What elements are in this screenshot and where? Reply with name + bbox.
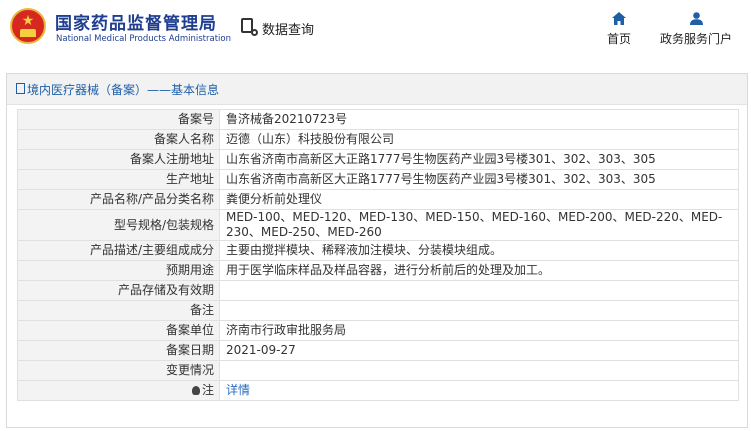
field-label: 备案日期 (17, 340, 220, 361)
table-row: 产品名称/产品分类名称 粪便分析前处理仪 (17, 189, 739, 210)
field-value: 用于医学临床样品及样品容器，进行分析前后的处理及加工。 (219, 260, 739, 281)
table-row: 生产地址 山东省济南市高新区大正路1777号生物医药产业园3号楼301、302、… (17, 169, 739, 190)
field-label: 产品存储及有效期 (17, 280, 220, 301)
national-emblem-icon: ★ (10, 8, 46, 44)
field-value: 迈德（山东）科技股份有限公司 (219, 129, 739, 150)
field-label: 备案人注册地址 (17, 149, 220, 170)
field-value: 主要由搅拌模块、稀释液加注模块、分装模块组成。 (219, 240, 739, 261)
table-row: 产品描述/主要组成成分 主要由搅拌模块、稀释液加注模块、分装模块组成。 (17, 240, 739, 261)
panel-header: 境内医疗器械（备案）——基本信息 (7, 74, 747, 105)
field-label: 变更情况 (17, 360, 220, 381)
field-label: 预期用途 (17, 260, 220, 281)
field-label: 型号规格/包装规格 (17, 209, 220, 241)
field-value: 鲁济械备20210723号 (219, 109, 739, 130)
field-label: 产品描述/主要组成成分 (17, 240, 220, 261)
user-icon (689, 12, 703, 25)
site-header: ★ 国家药品监督管理局 National Medical Products Ad… (0, 0, 751, 62)
field-value (219, 300, 739, 321)
data-query-label[interactable]: 数据查询 (262, 19, 314, 38)
field-label: 备案单位 (17, 320, 220, 341)
field-value (219, 360, 739, 381)
info-table: 备案号 鲁济械备20210723号 备案人名称 迈德（山东）科技股份有限公司 备… (17, 109, 739, 401)
nav-government-services-label: 政务服务门户 (659, 32, 732, 46)
table-row: 备案人名称 迈德（山东）科技股份有限公司 (17, 129, 739, 150)
table-row: 型号规格/包装规格 MED-100、MED-120、MED-130、MED-15… (17, 209, 739, 241)
nav-home-label: 首页 (606, 32, 631, 46)
field-value: 详情 (219, 380, 739, 401)
field-value: 济南市行政审批服务局 (219, 320, 739, 341)
table-row: 备案人注册地址 山东省济南市高新区大正路1777号生物医药产业园3号楼301、3… (17, 149, 739, 170)
table-row: 预期用途 用于医学临床样品及样品容器，进行分析前后的处理及加工。 (17, 260, 739, 281)
field-value: 山东省济南市高新区大正路1777号生物医药产业园3号楼301、302、303、3… (219, 169, 739, 190)
field-value: 2021-09-27 (219, 340, 739, 361)
table-row: 备案日期 2021-09-27 (17, 340, 739, 361)
lightbulb-icon (191, 386, 200, 395)
field-value (219, 280, 739, 301)
document-icon (16, 83, 25, 94)
nav-government-services[interactable]: 政务服务门户 (655, 12, 737, 47)
field-label: 产品名称/产品分类名称 (17, 189, 220, 210)
basic-info-panel: 境内医疗器械（备案）——基本信息 备案号 鲁济械备20210723号 备案人名称… (6, 73, 748, 428)
field-label: 备案人名称 (17, 129, 220, 150)
table-row: 备注 (17, 300, 739, 321)
panel-title: 境内医疗器械（备案）——基本信息 (27, 83, 220, 97)
site-logo-title[interactable]: 国家药品监督管理局 (55, 9, 217, 34)
field-label: 备注 (17, 300, 220, 321)
home-icon (612, 12, 626, 25)
field-value: MED-100、MED-120、MED-130、MED-150、MED-160、… (219, 209, 739, 241)
field-label: 注 (17, 380, 220, 401)
table-row: 产品存储及有效期 (17, 280, 739, 301)
data-query-icon (241, 18, 258, 36)
field-label: 备案号 (17, 109, 220, 130)
details-link[interactable]: 详情 (226, 383, 250, 397)
field-value: 粪便分析前处理仪 (219, 189, 739, 210)
note-label: 注 (201, 383, 214, 397)
table-row: 备案号 鲁济械备20210723号 (17, 109, 739, 130)
nav-home[interactable]: 首页 (598, 12, 640, 47)
table-row: 注 详情 (17, 380, 739, 401)
table-row: 备案单位 济南市行政审批服务局 (17, 320, 739, 341)
field-label: 生产地址 (17, 169, 220, 190)
field-value: 山东省济南市高新区大正路1777号生物医药产业园3号楼301、302、303、3… (219, 149, 739, 170)
table-row: 变更情况 (17, 360, 739, 381)
site-logo-subtitle[interactable]: National Medical Products Administration (56, 34, 231, 44)
